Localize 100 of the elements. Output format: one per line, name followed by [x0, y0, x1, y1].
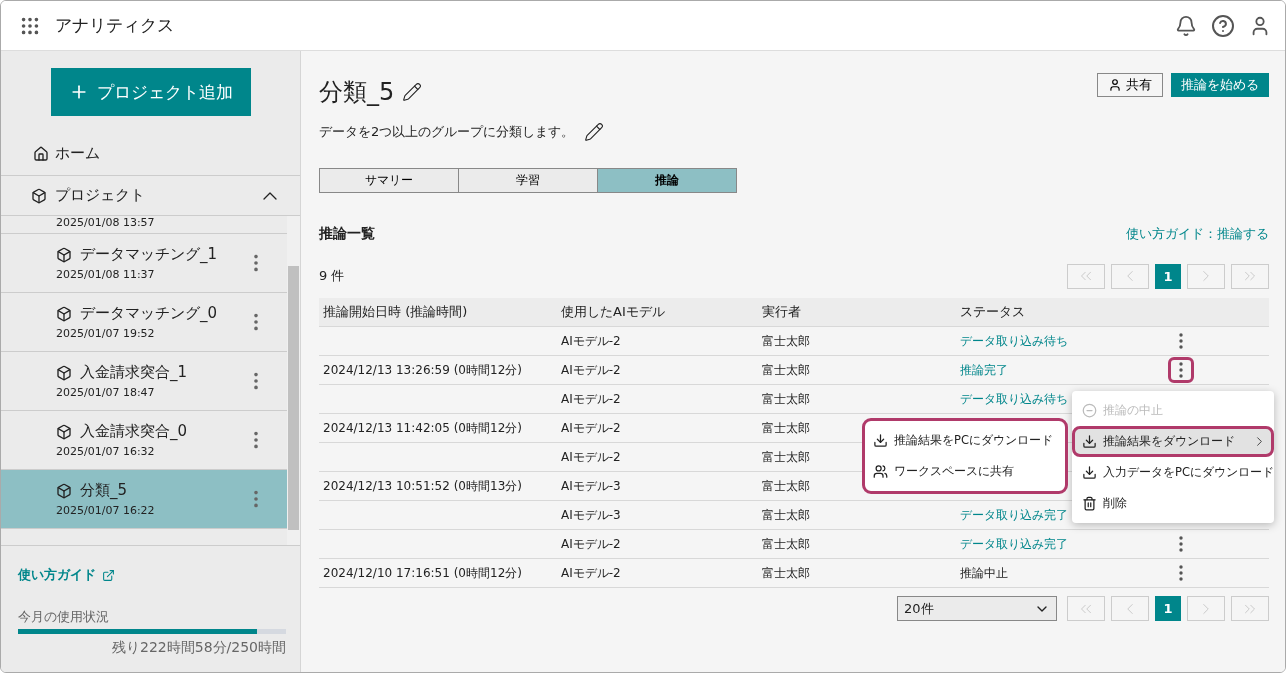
column-header: 使用したAIモデル — [561, 303, 666, 321]
project-date: 2025/01/07 16:22 — [56, 504, 156, 517]
cube-icon — [56, 423, 72, 440]
status-link[interactable]: データ取り込み完了 — [960, 506, 1068, 524]
projects-label[interactable]: プロジェクト — [55, 186, 250, 205]
table-cell-text: AIモデル-2 — [561, 564, 622, 582]
table-cell-text: 富士太郎 — [762, 506, 811, 524]
description: データを2つ以上のグループに分類します。 — [319, 123, 575, 141]
kebab-icon — [1179, 536, 1183, 552]
usage-label: 今月の使用状況 — [18, 608, 110, 626]
table-cell-text: 富士太郎 — [762, 332, 811, 350]
cube-icon — [56, 482, 72, 499]
app-title: アナリティクス — [55, 14, 175, 37]
trash-icon — [1082, 496, 1097, 511]
usage-text: 残り222時間58分/250時間 — [111, 639, 286, 657]
last-page-button[interactable] — [1231, 596, 1269, 621]
menu-item[interactable]: 推論結果をダウンロード — [1072, 426, 1274, 457]
project-name: データマッチング_1 — [80, 245, 218, 264]
start-inference-button[interactable]: 推論を始める — [1171, 73, 1269, 97]
column-header: 推論開始日時 (推論時間) — [323, 303, 469, 321]
pencil-icon[interactable] — [584, 122, 605, 142]
table-cell-text: AIモデル-3 — [561, 506, 622, 524]
status-link[interactable]: 推論完了 — [960, 361, 1008, 379]
table-cell-text: 2024/12/13 13:26:59 (0時間12分) — [323, 361, 523, 379]
tab[interactable]: サマリー — [319, 168, 459, 193]
user-icon — [1108, 78, 1122, 92]
last-page-button[interactable] — [1231, 263, 1269, 289]
external-link-icon — [102, 568, 115, 582]
table-cell-text: 2024/12/10 17:16:51 (0時間12分) — [323, 564, 523, 582]
table-cell-text: 富士太郎 — [762, 419, 811, 437]
project-date: 2025/01/07 16:32 — [56, 445, 156, 458]
download-icon — [1082, 434, 1097, 449]
add-project-button[interactable]: プロジェクト追加 — [50, 68, 251, 116]
cube-icon — [56, 246, 72, 263]
table-cell-text: 富士太郎 — [762, 564, 811, 582]
table-cell-text: AIモデル-2 — [561, 419, 622, 437]
project-name: 入金請求突合_0 — [80, 422, 188, 441]
tab[interactable]: 推論 — [597, 168, 737, 193]
kebab-icon — [1179, 333, 1183, 349]
table-cell-text: 富士太郎 — [762, 448, 811, 466]
table-cell-text: AIモデル-3 — [561, 477, 622, 495]
page-button[interactable]: 1 — [1155, 596, 1181, 621]
section-title: 推論一覧 — [319, 225, 375, 243]
table-cell-text: AIモデル-2 — [561, 332, 622, 350]
column-header: 実行者 — [762, 303, 802, 321]
project-item[interactable]: 分類_5 2025/01/07 16:22 — [1, 470, 287, 529]
previous-page-button[interactable] — [1111, 263, 1149, 289]
project-date: 2025/01/08 11:37 — [56, 268, 156, 281]
people-icon — [873, 464, 888, 479]
project-item[interactable]: 2025/01/08 13:57 — [1, 216, 287, 234]
status-link[interactable]: データ取り込み待ち — [960, 390, 1068, 408]
table-cell-text: 富士太郎 — [762, 535, 811, 553]
guide-link[interactable]: 使い方ガイド：推論する — [1126, 225, 1269, 243]
table-cell-text: 2024/12/13 10:51:52 (0時間13分) — [323, 477, 523, 495]
table-cell-text: 富士太郎 — [762, 390, 811, 408]
project-name: 分類_5 — [80, 481, 128, 500]
table-cell-text: 富士太郎 — [762, 477, 811, 495]
next-page-button[interactable] — [1187, 596, 1225, 621]
menu-item[interactable]: 入力データをPCにダウンロード — [1072, 457, 1274, 488]
home-link[interactable]: ホーム — [55, 144, 100, 163]
menu-item[interactable]: ワークスペースに共有 — [865, 456, 1065, 487]
menu-item[interactable]: 削除 — [1072, 488, 1274, 519]
first-page-button[interactable] — [1067, 263, 1105, 289]
project-name: データマッチング_0 — [80, 304, 218, 323]
result-count: 9 件 — [319, 267, 345, 285]
table-cell-text: AIモデル-2 — [561, 361, 622, 379]
table-cell-text: AIモデル-2 — [561, 448, 622, 466]
status-link[interactable]: データ取り込み待ち — [960, 332, 1068, 350]
download-icon — [1082, 465, 1097, 480]
pencil-icon[interactable] — [402, 82, 423, 102]
share-button[interactable]: 共有 — [1097, 73, 1163, 97]
first-page-button[interactable] — [1067, 596, 1105, 621]
more-button[interactable] — [1168, 357, 1194, 383]
table-cell-text: AIモデル-2 — [561, 535, 622, 553]
kebab-icon — [1179, 565, 1183, 581]
notification-icon[interactable] — [1175, 14, 1197, 37]
page-button[interactable]: 1 — [1155, 263, 1181, 289]
table-cell-text: AIモデル-2 — [561, 390, 622, 408]
tab[interactable]: 学習 — [458, 168, 598, 193]
next-page-button[interactable] — [1187, 263, 1225, 289]
help-icon[interactable] — [1211, 13, 1235, 38]
page-size-select[interactable]: 20件 — [897, 596, 1057, 621]
cube-icon — [31, 187, 47, 204]
page-title: 分類_5 — [319, 77, 395, 108]
guide-link[interactable]: 使い方ガイド — [18, 566, 286, 584]
project-name: 入金請求突合_1 — [80, 363, 188, 382]
cube-icon — [56, 305, 72, 322]
project-date: 2025/01/07 18:47 — [56, 386, 156, 399]
kebab-icon — [1179, 362, 1183, 378]
download-icon — [873, 433, 888, 448]
menu-item[interactable]: 推論結果をPCにダウンロード — [865, 425, 1065, 456]
status-link[interactable]: データ取り込み完了 — [960, 535, 1068, 553]
table-cell-text: 富士太郎 — [762, 361, 811, 379]
previous-page-button[interactable] — [1111, 596, 1149, 621]
minus-circle-icon — [1082, 403, 1097, 418]
scrollbar[interactable] — [287, 216, 300, 545]
project-date: 2025/01/07 19:52 — [56, 327, 156, 340]
home-icon — [33, 145, 49, 162]
cube-icon — [56, 364, 72, 381]
table-cell-text: 2024/12/13 11:42:05 (0時間12分) — [323, 419, 523, 437]
